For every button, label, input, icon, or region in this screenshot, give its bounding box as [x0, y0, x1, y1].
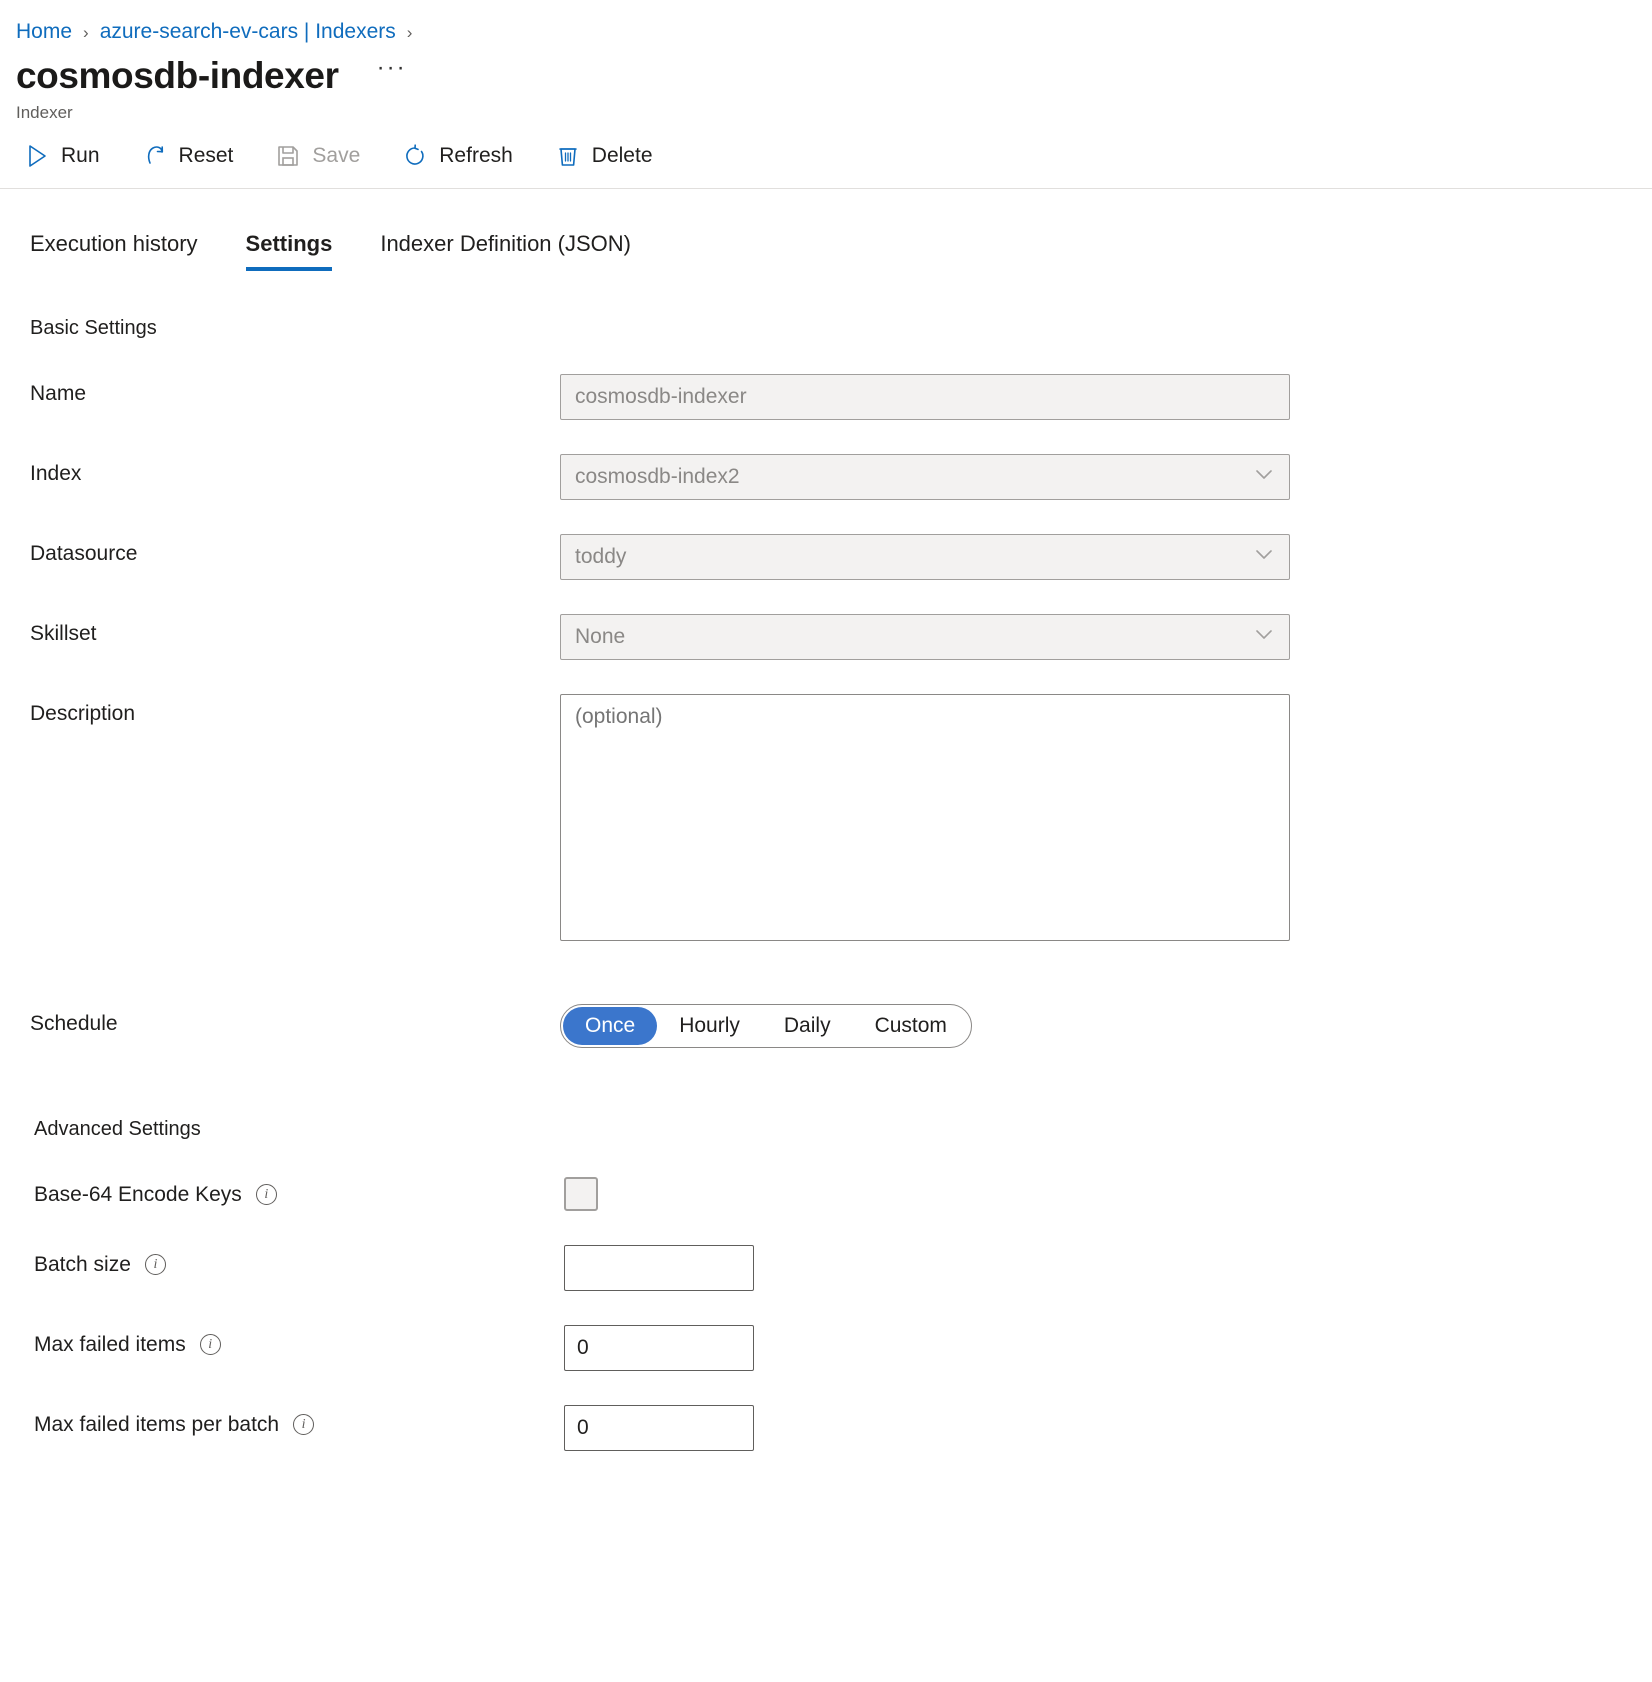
field-row-batch-size: Batch size i [30, 1245, 1652, 1291]
save-floppy-icon [275, 143, 301, 169]
max-failed-items-input[interactable] [564, 1325, 754, 1371]
chevron-down-icon [1251, 461, 1277, 493]
basic-settings-heading: Basic Settings [0, 271, 1652, 340]
field-row-max-failed-items: Max failed items i [30, 1325, 1652, 1371]
base64-checkbox[interactable] [564, 1177, 598, 1211]
info-icon[interactable]: i [293, 1414, 314, 1435]
refresh-label: Refresh [439, 144, 513, 168]
schedule-option-custom[interactable]: Custom [853, 1007, 969, 1045]
base64-field-wrap [564, 1175, 598, 1211]
breadcrumb: Home › azure-search-ev-cars | Indexers › [0, 0, 1652, 44]
delete-label: Delete [592, 144, 653, 168]
name-input[interactable] [560, 374, 1290, 420]
page-title: cosmosdb-indexer [16, 56, 339, 97]
title-row: cosmosdb-indexer ··· [0, 44, 1652, 97]
skillset-dropdown[interactable]: None [560, 614, 1290, 660]
schedule-field-wrap: Once Hourly Daily Custom [560, 1004, 972, 1048]
settings-form: Name Index cosmosdb-index2 Datasource to… [0, 374, 1652, 1048]
batch-size-label: Batch size [34, 1253, 131, 1277]
max-failed-batch-field-wrap [564, 1405, 754, 1451]
name-field-wrap [560, 374, 1290, 420]
index-label: Index [30, 454, 560, 486]
schedule-option-once[interactable]: Once [563, 1007, 657, 1045]
max-failed-batch-label-wrap: Max failed items per batch i [30, 1405, 564, 1437]
schedule-label: Schedule [30, 1004, 560, 1036]
reset-arrow-icon [142, 143, 168, 169]
info-icon[interactable]: i [200, 1334, 221, 1355]
max-failed-items-per-batch-input[interactable] [564, 1405, 754, 1451]
delete-button[interactable]: Delete [549, 139, 671, 173]
reset-button[interactable]: Reset [136, 139, 252, 173]
schedule-option-hourly[interactable]: Hourly [657, 1007, 762, 1045]
field-row-skillset: Skillset None [30, 614, 1652, 660]
advanced-settings-heading: Advanced Settings [0, 1048, 1652, 1141]
run-button[interactable]: Run [18, 139, 118, 173]
datasource-dropdown[interactable]: toddy [560, 534, 1290, 580]
run-label: Run [61, 144, 100, 168]
max-failed-field-wrap [564, 1325, 754, 1371]
name-label: Name [30, 374, 560, 406]
advanced-form: Base-64 Encode Keys i Batch size i Max f… [0, 1175, 1652, 1451]
base64-label-wrap: Base-64 Encode Keys i [30, 1175, 564, 1207]
chevron-down-icon [1251, 541, 1277, 573]
chevron-down-icon [1251, 621, 1277, 653]
breadcrumb-item-indexers[interactable]: azure-search-ev-cars | Indexers [100, 21, 396, 42]
info-icon[interactable]: i [256, 1184, 277, 1205]
more-options-icon[interactable]: ··· [377, 54, 407, 82]
reset-label: Reset [179, 144, 234, 168]
breadcrumb-chevron-icon: › [83, 24, 89, 41]
save-button: Save [269, 139, 378, 173]
batch-size-field-wrap [564, 1245, 754, 1291]
trash-icon [555, 143, 581, 169]
description-textarea[interactable] [560, 694, 1290, 941]
skillset-field-wrap: None [560, 614, 1290, 660]
field-row-base64: Base-64 Encode Keys i [30, 1175, 1652, 1211]
batch-size-input[interactable] [564, 1245, 754, 1291]
field-row-name: Name [30, 374, 1652, 420]
info-icon[interactable]: i [145, 1254, 166, 1275]
index-field-wrap: cosmosdb-index2 [560, 454, 1290, 500]
tab-indexer-definition-json[interactable]: Indexer Definition (JSON) [380, 231, 631, 271]
datasource-dropdown-value: toddy [575, 545, 626, 569]
description-label: Description [30, 694, 560, 726]
max-failed-items-per-batch-label: Max failed items per batch [34, 1413, 279, 1437]
breadcrumb-chevron-icon-2: › [407, 24, 413, 41]
save-label: Save [312, 144, 360, 168]
description-field-wrap [560, 694, 1290, 946]
tab-execution-history[interactable]: Execution history [30, 231, 198, 271]
tab-bar: Execution history Settings Indexer Defin… [0, 189, 1652, 271]
page-subtitle: Indexer [0, 97, 1652, 123]
batch-size-label-wrap: Batch size i [30, 1245, 564, 1277]
field-row-datasource: Datasource toddy [30, 534, 1652, 580]
max-failed-label-wrap: Max failed items i [30, 1325, 564, 1357]
field-row-index: Index cosmosdb-index2 [30, 454, 1652, 500]
field-row-description: Description [30, 694, 1652, 946]
command-bar: Run Reset Save Refresh [0, 123, 1652, 189]
breadcrumb-item-home[interactable]: Home [16, 21, 72, 42]
index-dropdown-value: cosmosdb-index2 [575, 465, 740, 489]
schedule-choice-group: Once Hourly Daily Custom [560, 1004, 972, 1048]
field-row-schedule: Schedule Once Hourly Daily Custom [30, 1004, 1652, 1048]
base64-label: Base-64 Encode Keys [34, 1183, 242, 1207]
skillset-dropdown-value: None [575, 625, 625, 649]
index-dropdown[interactable]: cosmosdb-index2 [560, 454, 1290, 500]
max-failed-items-label: Max failed items [34, 1333, 186, 1357]
skillset-label: Skillset [30, 614, 560, 646]
refresh-button[interactable]: Refresh [396, 139, 531, 173]
tab-settings[interactable]: Settings [246, 231, 333, 271]
refresh-icon [402, 143, 428, 169]
datasource-label: Datasource [30, 534, 560, 566]
datasource-field-wrap: toddy [560, 534, 1290, 580]
field-row-max-failed-items-per-batch: Max failed items per batch i [30, 1405, 1652, 1451]
play-icon [24, 143, 50, 169]
schedule-option-daily[interactable]: Daily [762, 1007, 853, 1045]
